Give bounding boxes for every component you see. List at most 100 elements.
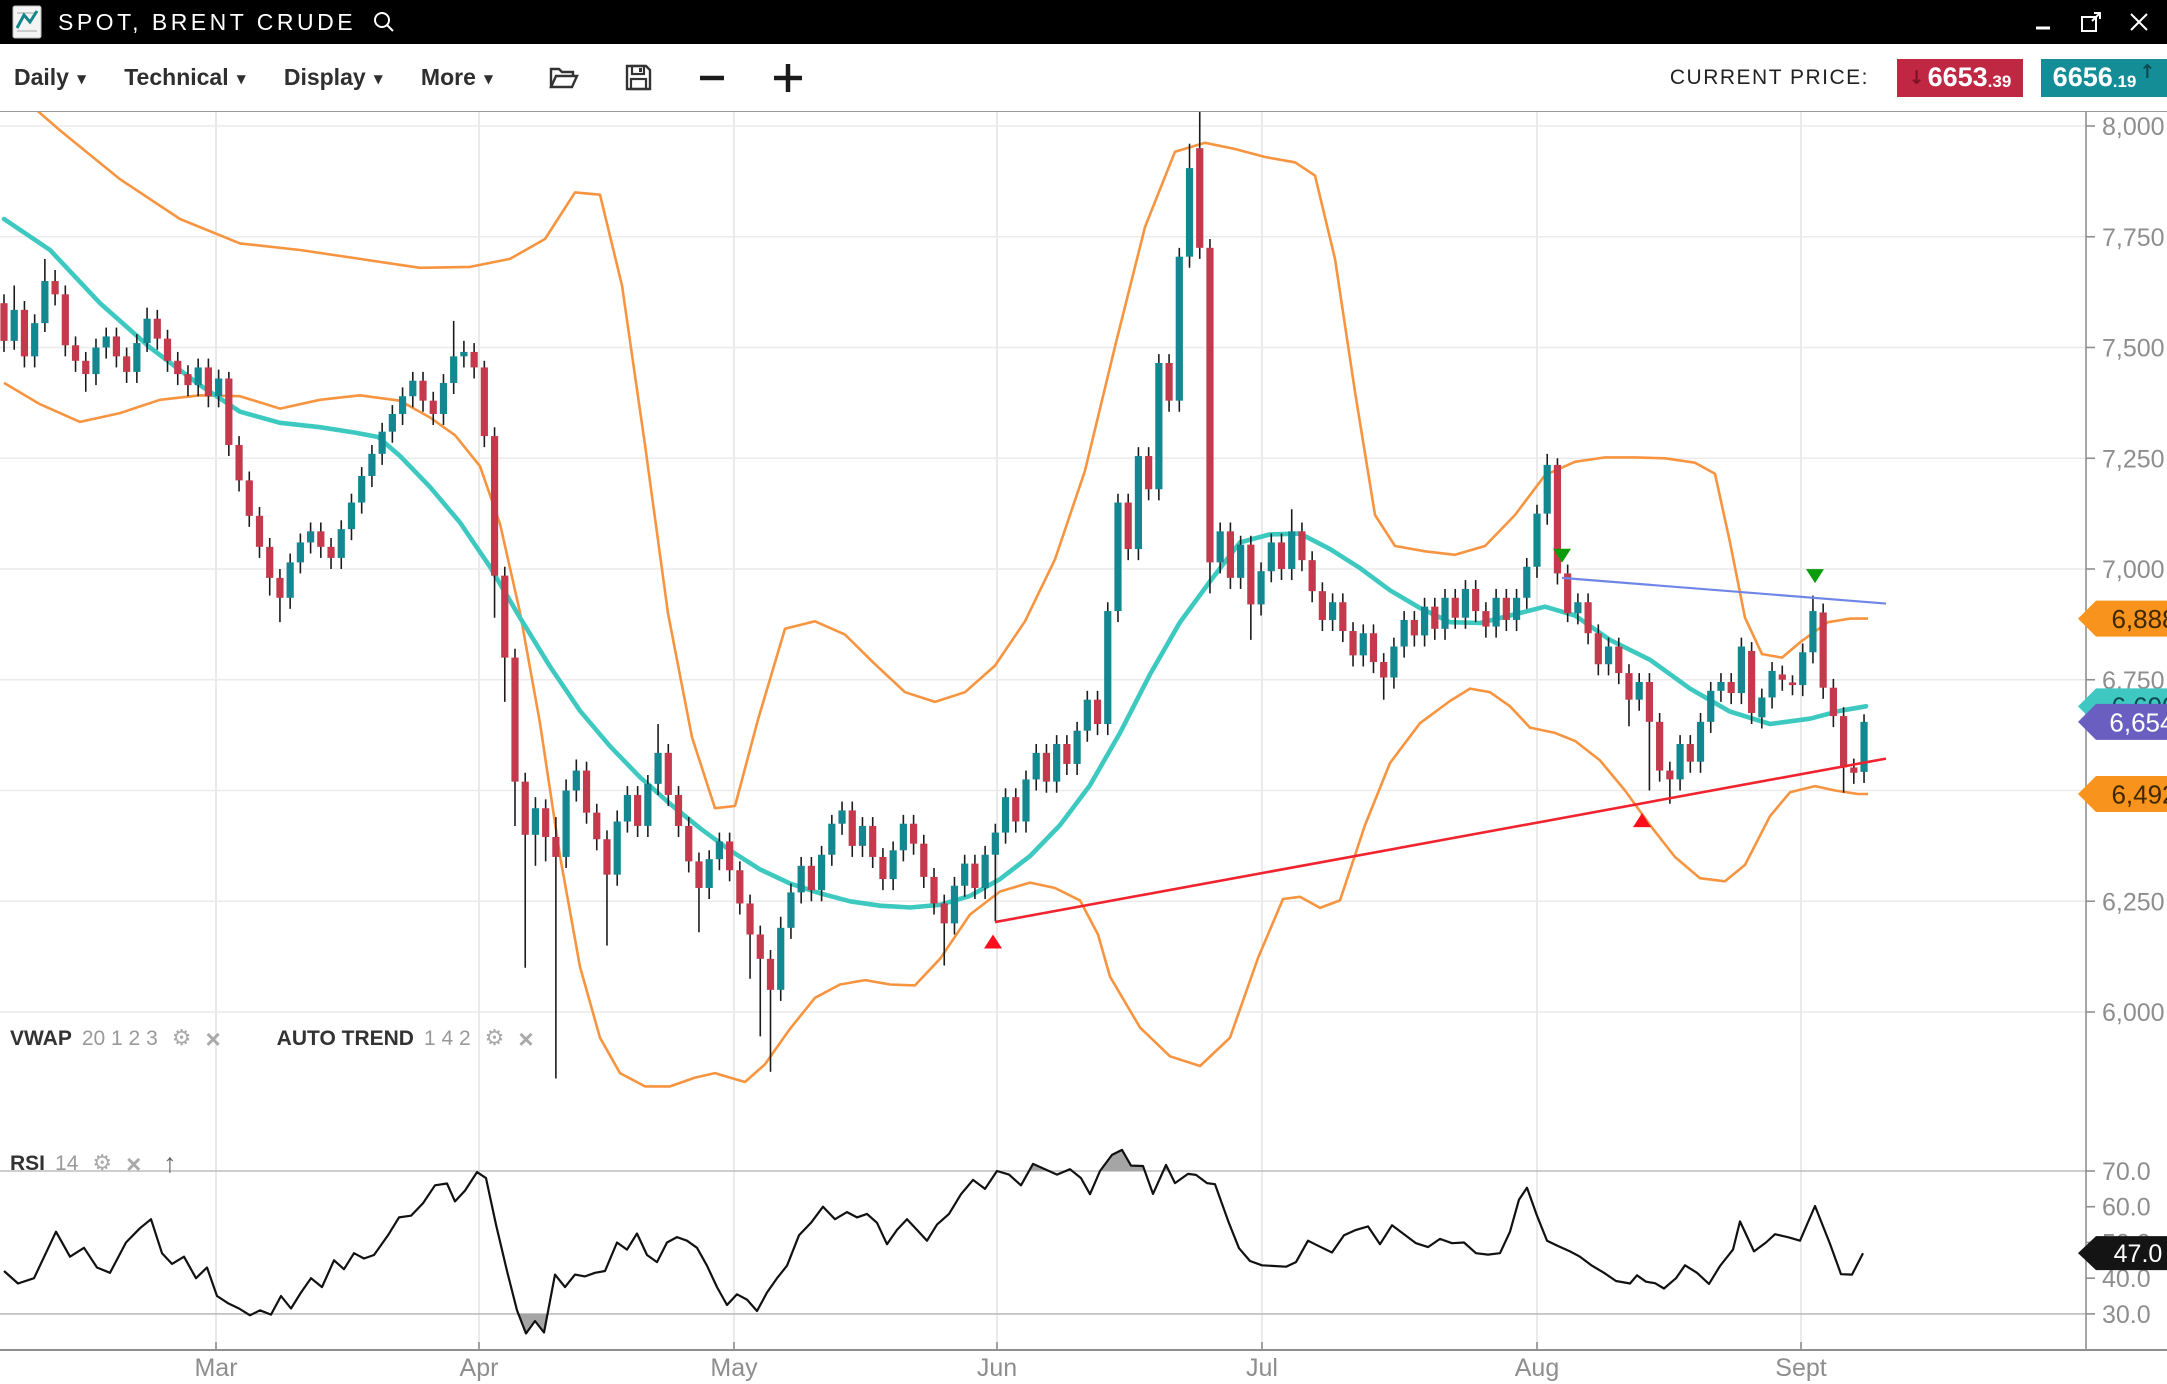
save-icon[interactable] [625, 64, 652, 91]
gear-icon[interactable]: ⚙ [485, 1026, 505, 1051]
candle-bullish [1135, 456, 1142, 549]
candle-bullish [409, 381, 416, 397]
candle-bearish [1339, 602, 1346, 631]
menu-more[interactable]: More ▼ [421, 64, 493, 91]
candle-bullish [787, 892, 794, 927]
candle-bearish [1748, 651, 1755, 713]
candle-bearish [869, 826, 876, 857]
price-tick-label: 7,500 [2102, 335, 2165, 363]
month-label: Jul [1246, 1354, 1278, 1382]
candle-bullish [1114, 503, 1121, 612]
price-tick-label: 7,750 [2102, 224, 2165, 252]
zoom-in-icon[interactable] [772, 62, 804, 94]
candle-bullish [1329, 602, 1336, 620]
candle-bullish [859, 826, 866, 846]
vwap-legend-name: VWAP [10, 1027, 72, 1051]
candle-bullish [1799, 652, 1806, 685]
price-tick-label: 6,000 [2102, 999, 2165, 1027]
close-button[interactable] [2127, 10, 2151, 34]
candle-bullish [103, 336, 110, 347]
vwap-line [4, 219, 1866, 908]
close-icon[interactable]: × [205, 1029, 220, 1049]
close-icon[interactable]: × [518, 1029, 533, 1049]
popout-button[interactable] [2079, 10, 2103, 34]
candle-bearish [164, 339, 171, 361]
candle-bearish [930, 877, 937, 904]
open-folder-icon[interactable] [549, 65, 579, 91]
month-label: May [710, 1354, 758, 1382]
candle-bearish [481, 367, 488, 436]
candle-bullish [706, 859, 713, 888]
candle-bullish [1074, 731, 1081, 764]
price-badge-label: 6,888 [2111, 604, 2167, 634]
menu-display[interactable]: Display ▼ [284, 64, 383, 91]
candle-bearish [1503, 598, 1510, 620]
candle-bearish [1585, 602, 1592, 633]
candle-bearish [1656, 722, 1663, 771]
zoom-out-icon[interactable] [698, 64, 726, 92]
candle-bullish [297, 542, 304, 562]
candle-bearish [317, 531, 324, 547]
month-label: Apr [460, 1354, 499, 1382]
bollinger-upper-line [4, 82, 1868, 809]
price-badge-label: 6,654.79 [2109, 707, 2167, 737]
candle-bearish [1472, 589, 1479, 611]
candle-bearish [542, 808, 549, 837]
candle-bearish [62, 294, 69, 345]
candle-bearish [1840, 716, 1847, 767]
rsi-legend: RSI 14 ⚙ × ↑ [10, 1148, 177, 1179]
candle-bearish [82, 361, 89, 374]
candle-bearish [1411, 620, 1418, 636]
candle-bullish [1533, 514, 1540, 567]
candle-bearish [634, 795, 641, 826]
minimize-button[interactable] [2033, 11, 2055, 33]
candle-bullish [961, 864, 968, 886]
candle-bearish [1012, 797, 1019, 821]
candle-bullish [1217, 531, 1224, 562]
candle-bearish [1125, 503, 1132, 550]
candle-bearish [419, 381, 426, 401]
candle-bearish [746, 903, 753, 934]
candle-bearish [1595, 633, 1602, 664]
candle-bearish [675, 795, 682, 826]
chart-canvas[interactable]: MarAprMayJunJulAugSept8,0007,7507,5007,2… [0, 0, 2167, 1384]
candle-bearish [1789, 682, 1796, 685]
candle-bullish [307, 531, 314, 542]
candle-bullish [1758, 697, 1765, 717]
candle-bearish [1349, 631, 1356, 655]
chevron-down-icon: ▼ [237, 72, 246, 86]
menu-technical[interactable]: Technical ▼ [124, 64, 246, 91]
bid-price-badge: ↓ 6653 .39 [1897, 59, 2023, 97]
candle-bearish [757, 934, 764, 958]
chevron-down-icon: ▼ [374, 72, 383, 86]
gear-icon[interactable]: ⚙ [92, 1151, 112, 1176]
candle-bullish [368, 454, 375, 476]
candle-bearish [552, 837, 559, 857]
candle-bullish [1738, 647, 1745, 694]
candle-bearish [266, 547, 273, 578]
menu-daily[interactable]: Daily ▼ [14, 64, 86, 91]
candle-bearish [593, 813, 600, 840]
candle-bearish [736, 870, 743, 903]
close-icon[interactable]: × [126, 1154, 141, 1174]
candle-bullish [838, 810, 845, 823]
candle-bullish [1022, 779, 1029, 821]
candle-bearish [1298, 531, 1305, 560]
search-icon[interactable] [372, 10, 396, 34]
gear-icon[interactable]: ⚙ [172, 1026, 192, 1051]
candle-bearish [665, 753, 672, 795]
expand-pane-icon[interactable]: ↑ [163, 1148, 177, 1179]
candle-bullish [777, 928, 784, 990]
candle-bearish [910, 824, 917, 844]
candle-bullish [1768, 671, 1775, 698]
candle-bullish [563, 791, 570, 857]
chevron-down-icon: ▼ [77, 72, 86, 86]
vwap-legend: VWAP 20 1 2 3 ⚙ × AUTO TREND 1 4 2 ⚙ × [10, 1026, 534, 1051]
candle-bullish [1237, 545, 1244, 578]
price-badge-label: 6,492 [2111, 779, 2167, 809]
candle-bearish [1779, 674, 1786, 679]
app-logo-icon [12, 5, 42, 39]
rsi-tick-label: 30.0 [2102, 1301, 2151, 1329]
candle-bullish [41, 281, 48, 323]
candle-bullish [716, 841, 723, 859]
